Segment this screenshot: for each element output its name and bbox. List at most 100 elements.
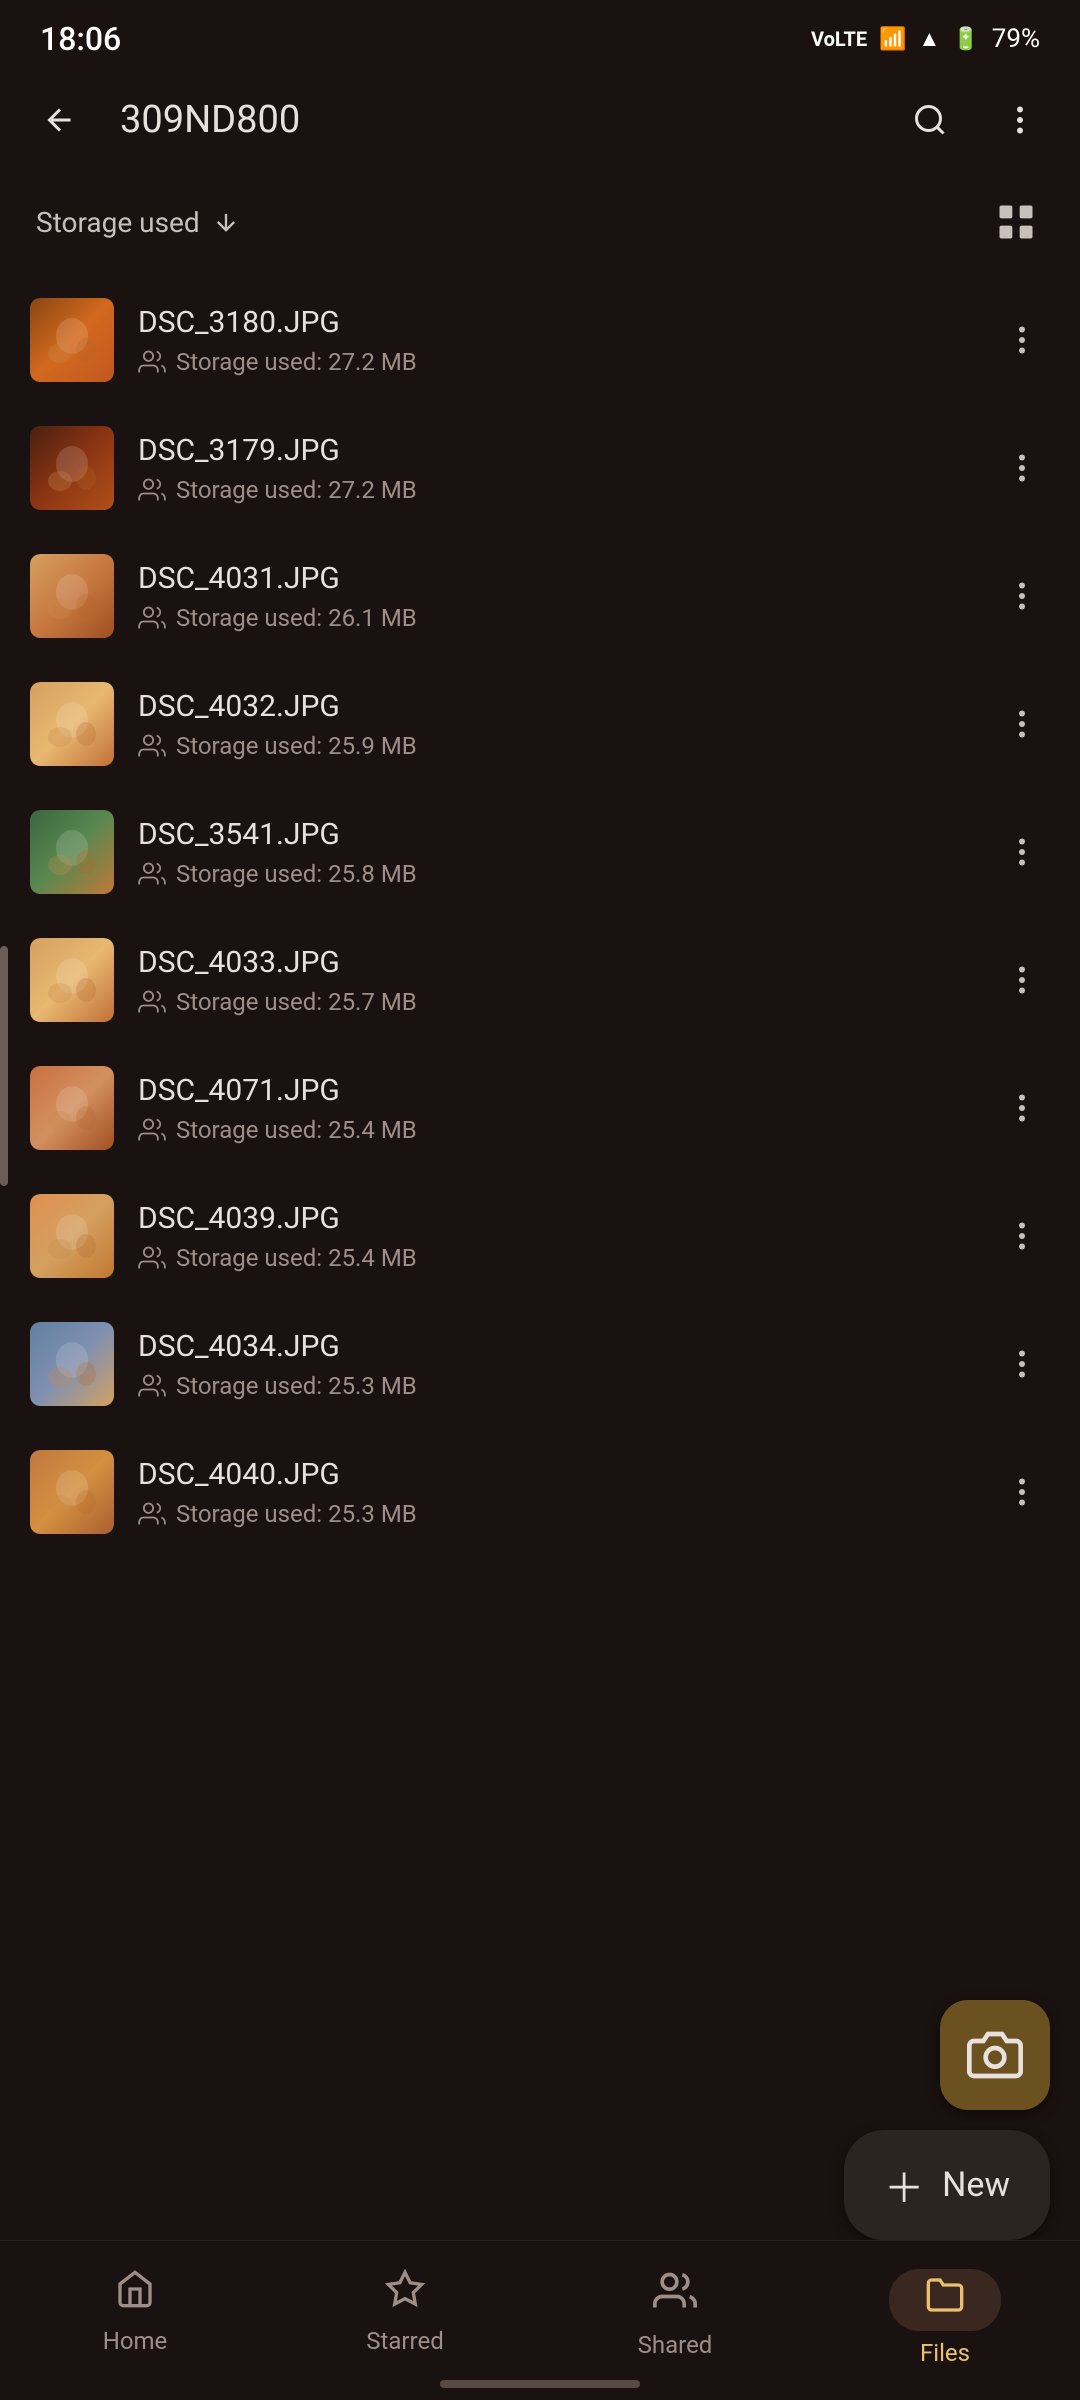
file-name: DSC_4039.JPG [138,1201,970,1236]
file-more-button[interactable] [994,824,1050,880]
new-fab-button[interactable]: ＋ New [844,2130,1050,2240]
shared-icon [653,2269,697,2323]
file-size: Storage used: 25.8 MB [138,860,970,888]
file-info: DSC_4031.JPG Storage used: 26.1 MB [138,561,970,632]
file-more-button[interactable] [994,312,1050,368]
file-size: Storage used: 25.9 MB [138,732,970,760]
file-size: Storage used: 25.4 MB [138,1244,970,1272]
nav-files-icon-bg [889,2269,1001,2331]
camera-fab-button[interactable] [940,2000,1050,2110]
starred-icon [385,2269,425,2319]
file-size: Storage used: 25.4 MB [138,1116,970,1144]
page-title: 309ND800 [120,98,870,142]
status-icons: VoLTE 📶 ▲ 🔋 79% [811,24,1040,54]
shared-file-icon [138,1500,166,1528]
file-more-button[interactable] [994,1336,1050,1392]
sort-bar: Storage used [0,170,1080,266]
file-name: DSC_3179.JPG [138,433,970,468]
shared-file-icon [138,1244,166,1272]
nav-home-label: Home [103,2327,168,2355]
file-name: DSC_4033.JPG [138,945,970,980]
file-more-button[interactable] [994,568,1050,624]
file-thumbnail [30,298,114,382]
nav-starred[interactable]: Starred [270,2259,540,2365]
file-thumbnail [30,682,114,766]
app-bar: 309ND800 [0,70,1080,170]
status-time: 18:06 [40,20,121,58]
file-size: Storage used: 25.7 MB [138,988,970,1016]
wifi-icon: 📶 [879,27,906,52]
fab-area: ＋ New [844,2000,1050,2240]
shared-file-icon [138,1116,166,1144]
list-item[interactable]: DSC_4039.JPG Storage used: 25.4 MB [0,1172,1080,1300]
file-thumbnail [30,810,114,894]
file-info: DSC_4033.JPG Storage used: 25.7 MB [138,945,970,1016]
file-more-button[interactable] [994,1464,1050,1520]
status-bar: 18:06 VoLTE 📶 ▲ 🔋 79% [0,0,1080,70]
list-item[interactable]: DSC_4032.JPG Storage used: 25.9 MB [0,660,1080,788]
file-size: Storage used: 27.2 MB [138,348,970,376]
list-item[interactable]: DSC_3541.JPG Storage used: 25.8 MB [0,788,1080,916]
file-size: Storage used: 27.2 MB [138,476,970,504]
signal-icon: ▲ [919,26,941,52]
list-item[interactable]: DSC_3180.JPG Storage used: 27.2 MB [0,276,1080,404]
grid-view-button[interactable] [988,194,1044,250]
new-fab-label: New [942,2165,1010,2205]
shared-file-icon [138,860,166,888]
sort-label[interactable]: Storage used [36,206,240,239]
file-thumbnail [30,1194,114,1278]
file-more-button[interactable] [994,440,1050,496]
battery-icon: 🔋 [952,27,979,52]
bottom-nav: Home Starred Shared File [0,2240,1080,2400]
nav-starred-label: Starred [366,2327,443,2355]
file-info: DSC_4034.JPG Storage used: 25.3 MB [138,1329,970,1400]
file-thumbnail [30,1322,114,1406]
list-item[interactable]: DSC_3179.JPG Storage used: 27.2 MB [0,404,1080,532]
list-item[interactable]: DSC_4071.JPG Storage used: 25.4 MB [0,1044,1080,1172]
file-info: DSC_4032.JPG Storage used: 25.9 MB [138,689,970,760]
list-item[interactable]: DSC_4031.JPG Storage used: 26.1 MB [0,532,1080,660]
file-info: DSC_4040.JPG Storage used: 25.3 MB [138,1457,970,1528]
file-more-button[interactable] [994,696,1050,752]
shared-file-icon [138,1372,166,1400]
file-info: DSC_4071.JPG Storage used: 25.4 MB [138,1073,970,1144]
search-button[interactable] [900,90,960,150]
file-info: DSC_4039.JPG Storage used: 25.4 MB [138,1201,970,1272]
shared-file-icon [138,732,166,760]
battery-percent: 79% [992,24,1040,54]
nav-files-label: Files [920,2339,970,2367]
nav-files[interactable]: Files [810,2259,1080,2377]
file-info: DSC_3180.JPG Storage used: 27.2 MB [138,305,970,376]
back-button[interactable] [30,90,90,150]
file-thumbnail [30,426,114,510]
file-size: Storage used: 26.1 MB [138,604,970,632]
file-list: DSC_3180.JPG Storage used: 27.2 MB [0,266,1080,1566]
file-thumbnail [30,938,114,1022]
file-name: DSC_4032.JPG [138,689,970,724]
file-more-button[interactable] [994,952,1050,1008]
file-name: DSC_4071.JPG [138,1073,970,1108]
file-name: DSC_4031.JPG [138,561,970,596]
home-indicator [440,2380,640,2388]
nav-shared[interactable]: Shared [540,2259,810,2369]
file-name: DSC_4040.JPG [138,1457,970,1492]
shared-file-icon [138,476,166,504]
file-name: DSC_4034.JPG [138,1329,970,1364]
list-item[interactable]: DSC_4040.JPG Storage used: 25.3 MB [0,1428,1080,1556]
list-item[interactable]: DSC_4034.JPG Storage used: 25.3 MB [0,1300,1080,1428]
volte-icon: VoLTE [811,27,867,51]
file-size: Storage used: 25.3 MB [138,1500,970,1528]
shared-file-icon [138,988,166,1016]
file-info: DSC_3541.JPG Storage used: 25.8 MB [138,817,970,888]
file-more-button[interactable] [994,1208,1050,1264]
file-thumbnail [30,554,114,638]
nav-home[interactable]: Home [0,2259,270,2365]
more-options-button[interactable] [990,90,1050,150]
list-item[interactable]: DSC_4033.JPG Storage used: 25.7 MB [0,916,1080,1044]
file-more-button[interactable] [994,1080,1050,1136]
nav-shared-label: Shared [638,2331,713,2359]
file-info: DSC_3179.JPG Storage used: 27.2 MB [138,433,970,504]
file-name: DSC_3180.JPG [138,305,970,340]
sort-arrow-icon [212,208,240,236]
file-size: Storage used: 25.3 MB [138,1372,970,1400]
